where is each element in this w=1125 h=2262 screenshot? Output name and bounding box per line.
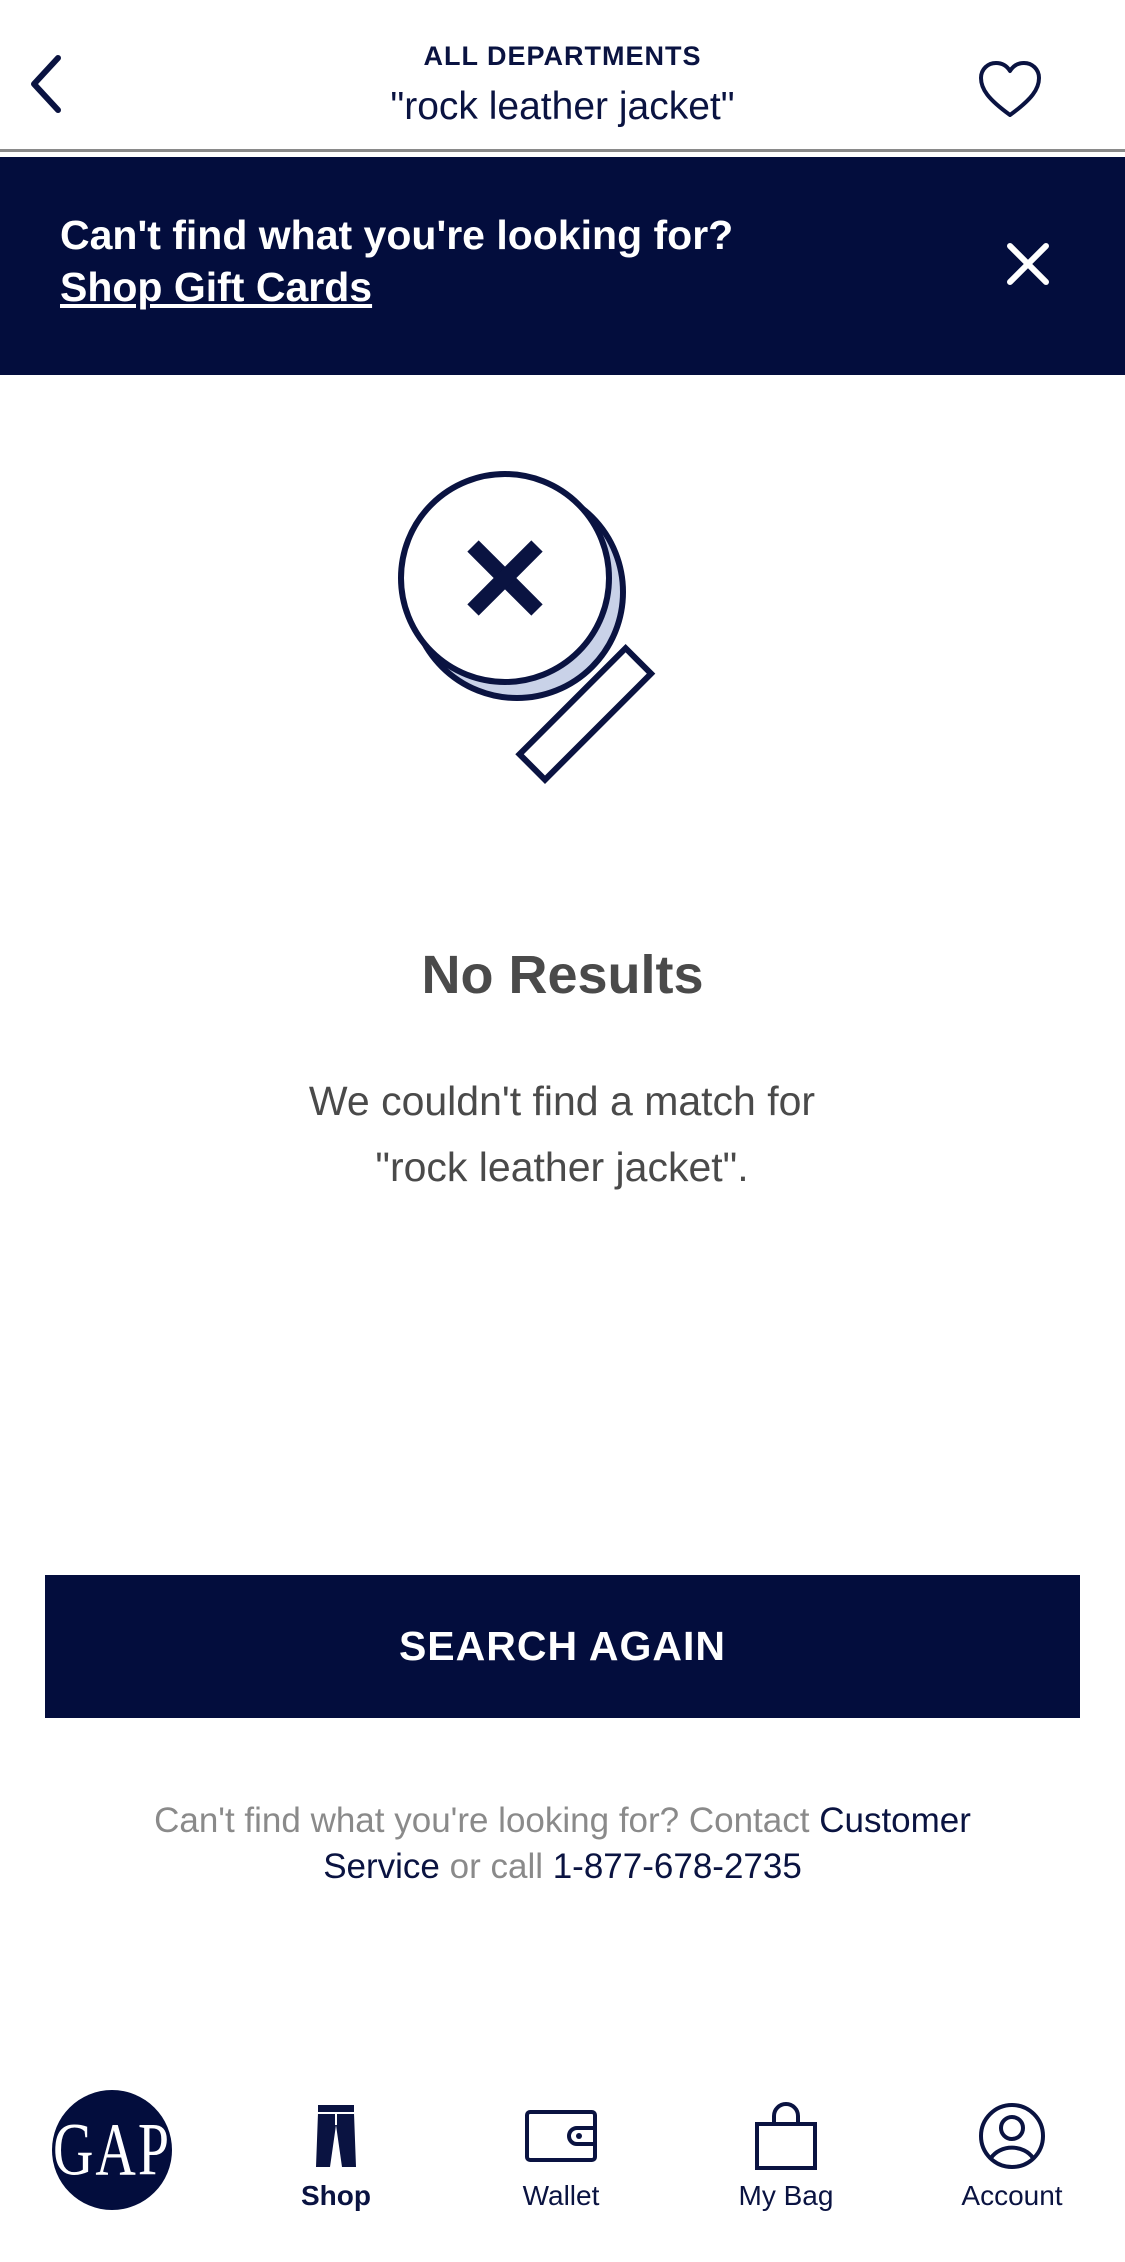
banner-close-button[interactable] bbox=[990, 226, 1066, 302]
banner-message: Can't find what you're looking for? bbox=[60, 212, 734, 258]
nav-item-account[interactable]: Account bbox=[922, 2100, 1102, 2240]
nav-label-account: Account bbox=[961, 2180, 1063, 2211]
header: ALL DEPARTMENTS "rock leather jacket" bbox=[0, 0, 1125, 152]
no-results-title: No Results bbox=[421, 945, 704, 1005]
help-text: Can't find what you're looking for? Cont… bbox=[100, 1798, 1025, 1890]
chevron-left-icon bbox=[31, 55, 61, 113]
nav-item-shop[interactable]: Shop bbox=[246, 2100, 426, 2240]
nav-item-my-bag[interactable]: My Bag bbox=[696, 2100, 876, 2240]
phone-link[interactable]: 1-877-678-2735 bbox=[553, 1847, 802, 1886]
wallet-icon bbox=[525, 2110, 597, 2162]
close-icon bbox=[1007, 243, 1049, 285]
search-again-button[interactable]: SEARCH AGAIN bbox=[45, 1575, 1080, 1718]
help-prefix: Can't find what you're looking for? Cont… bbox=[154, 1801, 820, 1840]
nav-item-wallet[interactable]: Wallet bbox=[471, 2100, 651, 2240]
department-label: ALL DEPARTMENTS bbox=[423, 41, 702, 71]
jeans-icon bbox=[316, 2105, 356, 2167]
nav-label-shop: Shop bbox=[301, 2180, 371, 2211]
shopping-bag-icon bbox=[755, 2102, 817, 2170]
no-results-message-query: "rock leather jacket". bbox=[375, 1144, 749, 1190]
no-results-message-line: We couldn't find a match for bbox=[308, 1078, 816, 1124]
search-results-page: ALL DEPARTMENTS "rock leather jacket" Ca… bbox=[0, 0, 1125, 2262]
back-button[interactable] bbox=[14, 44, 78, 124]
account-icon bbox=[979, 2103, 1045, 2169]
heart-icon bbox=[979, 61, 1041, 117]
bottom-nav: GAP Shop Wallet My Bag Account bbox=[0, 2070, 1125, 2262]
search-query-title: "rock leather jacket" bbox=[390, 85, 735, 128]
help-middle: or call bbox=[439, 1847, 553, 1886]
shop-gift-cards-link[interactable]: Shop Gift Cards bbox=[60, 261, 372, 313]
favorites-button[interactable] bbox=[970, 50, 1050, 130]
nav-label-my-bag: My Bag bbox=[738, 2180, 834, 2211]
gap-logo-button[interactable]: GAP bbox=[52, 2090, 172, 2210]
gap-logo-text: GAP bbox=[52, 2108, 172, 2192]
header-titles: ALL DEPARTMENTS "rock leather jacket" bbox=[250, 30, 875, 132]
gift-card-banner: Can't find what you're looking for? Shop… bbox=[0, 157, 1125, 375]
no-results-magnifier-icon bbox=[398, 471, 656, 784]
no-results-message: We couldn't find a match for "rock leath… bbox=[212, 1068, 912, 1200]
banner-text: Can't find what you're looking for? Shop… bbox=[60, 209, 733, 313]
nav-label-wallet: Wallet bbox=[522, 2180, 600, 2211]
